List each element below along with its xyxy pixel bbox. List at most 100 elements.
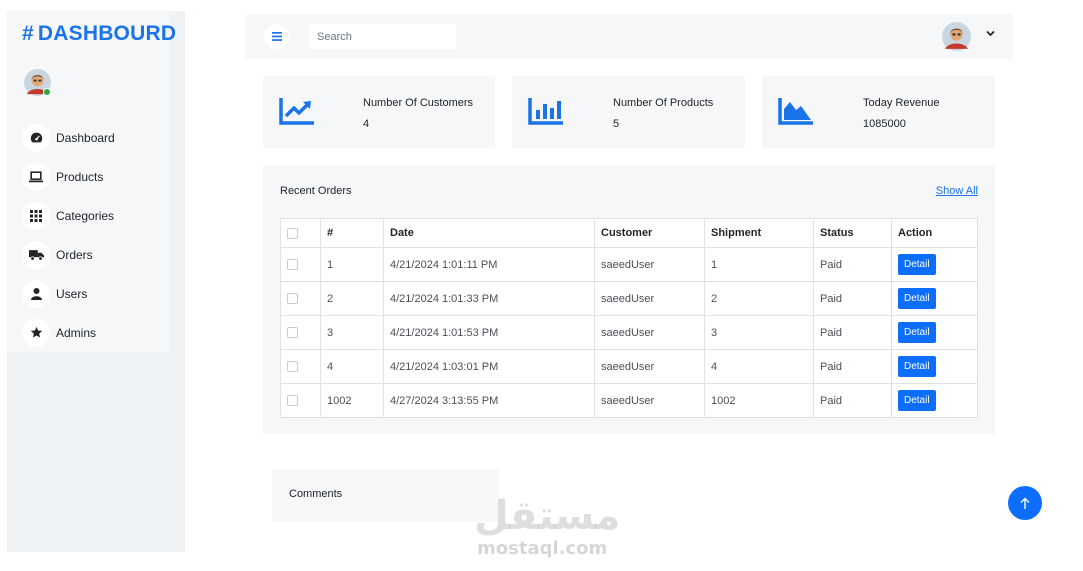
table-row: 4 4/21/2024 1:03:01 PM saeedUser 4 Paid … — [280, 349, 978, 384]
sidebar-item-admins[interactable]: Admins — [22, 313, 115, 352]
order-customer: saeedUser — [594, 281, 705, 316]
column-header: Customer — [594, 218, 705, 248]
panel-title: Comments — [289, 488, 343, 500]
area-chart-icon — [778, 98, 813, 125]
order-customer: saeedUser — [594, 315, 705, 350]
order-action-cell: Detail — [891, 349, 978, 384]
table-header-row: # Date Customer Shipment Status Action — [280, 218, 978, 248]
sidebar-item-products[interactable]: Products — [22, 157, 115, 196]
recent-orders-panel: Recent Orders Show All # Date Customer S… — [263, 165, 995, 434]
order-id: 2 — [320, 281, 384, 316]
stat-title: Number Of Products — [613, 97, 714, 109]
laptop-icon — [22, 162, 50, 191]
stat-value: 4 — [363, 118, 370, 130]
watermark-logo: مستقل — [474, 493, 621, 539]
search-input[interactable] — [309, 24, 456, 49]
order-action-cell: Detail — [891, 315, 978, 350]
order-date: 4/21/2024 1:03:01 PM — [383, 349, 595, 384]
sidebar-item-label: Categories — [56, 208, 115, 223]
detail-button[interactable]: Detail — [898, 356, 936, 377]
stat-value: 5 — [613, 118, 620, 130]
grid-icon — [22, 201, 50, 230]
order-date: 4/27/2024 3:13:55 PM — [383, 383, 595, 418]
stat-title: Today Revenue — [863, 97, 940, 109]
order-id: 3 — [320, 315, 384, 350]
online-status-dot — [43, 88, 51, 96]
order-date: 4/21/2024 1:01:33 PM — [383, 281, 595, 316]
bar-chart-icon — [528, 98, 563, 125]
order-status: Paid — [813, 247, 892, 282]
order-id: 1002 — [320, 383, 384, 418]
sidebar-item-label: Users — [56, 286, 88, 301]
brand-logo[interactable]: # DASHBOURD — [22, 22, 176, 46]
sidebar-footer-area — [7, 352, 185, 552]
show-all-link[interactable]: Show All — [936, 185, 978, 197]
sidebar-item-categories[interactable]: Categories — [22, 196, 115, 235]
row-checkbox[interactable] — [287, 259, 298, 271]
order-shipment: 1002 — [704, 383, 814, 418]
sidebar-item-label: Dashboard — [56, 130, 115, 145]
sidebar-item-dashboard[interactable]: Dashboard — [22, 118, 115, 157]
select-all-cell — [280, 218, 321, 248]
column-header: Action — [891, 218, 978, 248]
order-customer: saeedUser — [594, 383, 705, 418]
order-status: Paid — [813, 349, 892, 384]
order-customer: saeedUser — [594, 247, 705, 282]
detail-button[interactable]: Detail — [898, 288, 936, 309]
order-action-cell: Detail — [891, 247, 978, 282]
order-customer: saeedUser — [594, 349, 705, 384]
hash-icon: # — [22, 22, 34, 45]
stat-card-products: Number Of Products 5 — [512, 76, 745, 148]
order-id: 1 — [320, 247, 384, 282]
sidebar-item-label: Products — [56, 169, 104, 184]
sidebar-item-label: Admins — [56, 325, 97, 340]
order-shipment: 2 — [704, 281, 814, 316]
panel-title: Recent Orders — [280, 185, 352, 197]
order-id: 4 — [320, 349, 384, 384]
chevron-down-icon[interactable] — [986, 30, 995, 37]
brand-name: DASHBOURD — [37, 22, 177, 45]
sidebar-item-orders[interactable]: Orders — [22, 235, 115, 274]
stat-card-revenue: Today Revenue 1085000 — [762, 76, 995, 148]
row-select-cell — [280, 383, 321, 418]
sidebar-item-label: Orders — [56, 247, 93, 262]
order-date: 4/21/2024 1:01:53 PM — [383, 315, 595, 350]
orders-table: # Date Customer Shipment Status Action 1… — [280, 218, 978, 418]
row-checkbox[interactable] — [287, 327, 298, 339]
detail-button[interactable]: Detail — [898, 390, 936, 411]
order-action-cell: Detail — [891, 281, 978, 316]
hamburger-icon[interactable] — [264, 24, 289, 49]
detail-button[interactable]: Detail — [898, 254, 936, 275]
order-date: 4/21/2024 1:01:11 PM — [383, 247, 595, 282]
stat-title: Number Of Customers — [363, 97, 474, 109]
column-header: Date — [383, 218, 595, 248]
row-select-cell — [280, 281, 321, 316]
table-row: 1002 4/27/2024 3:13:55 PM saeedUser 1002… — [280, 383, 978, 418]
watermark-text: mostaql.com — [477, 538, 608, 559]
sidebar-edge — [169, 11, 185, 352]
order-shipment: 4 — [704, 349, 814, 384]
order-status: Paid — [813, 281, 892, 316]
order-action-cell: Detail — [891, 383, 978, 418]
select-all-checkbox[interactable] — [287, 227, 298, 239]
row-checkbox[interactable] — [287, 293, 298, 305]
detail-button[interactable]: Detail — [898, 322, 936, 343]
table-row: 1 4/21/2024 1:01:11 PM saeedUser 1 Paid … — [280, 247, 978, 282]
column-header: # — [320, 218, 384, 248]
sidebar-item-users[interactable]: Users — [22, 274, 115, 313]
row-select-cell — [280, 247, 321, 282]
table-row: 3 4/21/2024 1:01:53 PM saeedUser 3 Paid … — [280, 315, 978, 350]
order-shipment: 3 — [704, 315, 814, 350]
avatar-icon[interactable] — [942, 22, 971, 51]
order-status: Paid — [813, 315, 892, 350]
column-header: Shipment — [704, 218, 814, 248]
order-status: Paid — [813, 383, 892, 418]
order-shipment: 1 — [704, 247, 814, 282]
table-row: 2 4/21/2024 1:01:33 PM saeedUser 2 Paid … — [280, 281, 978, 316]
row-checkbox[interactable] — [287, 395, 298, 407]
scroll-to-top-button[interactable] — [1008, 486, 1042, 520]
gauge-icon — [22, 123, 50, 152]
row-checkbox[interactable] — [287, 361, 298, 373]
row-select-cell — [280, 349, 321, 384]
sidebar-nav: Dashboard Products Categories Orders Use… — [22, 118, 115, 352]
